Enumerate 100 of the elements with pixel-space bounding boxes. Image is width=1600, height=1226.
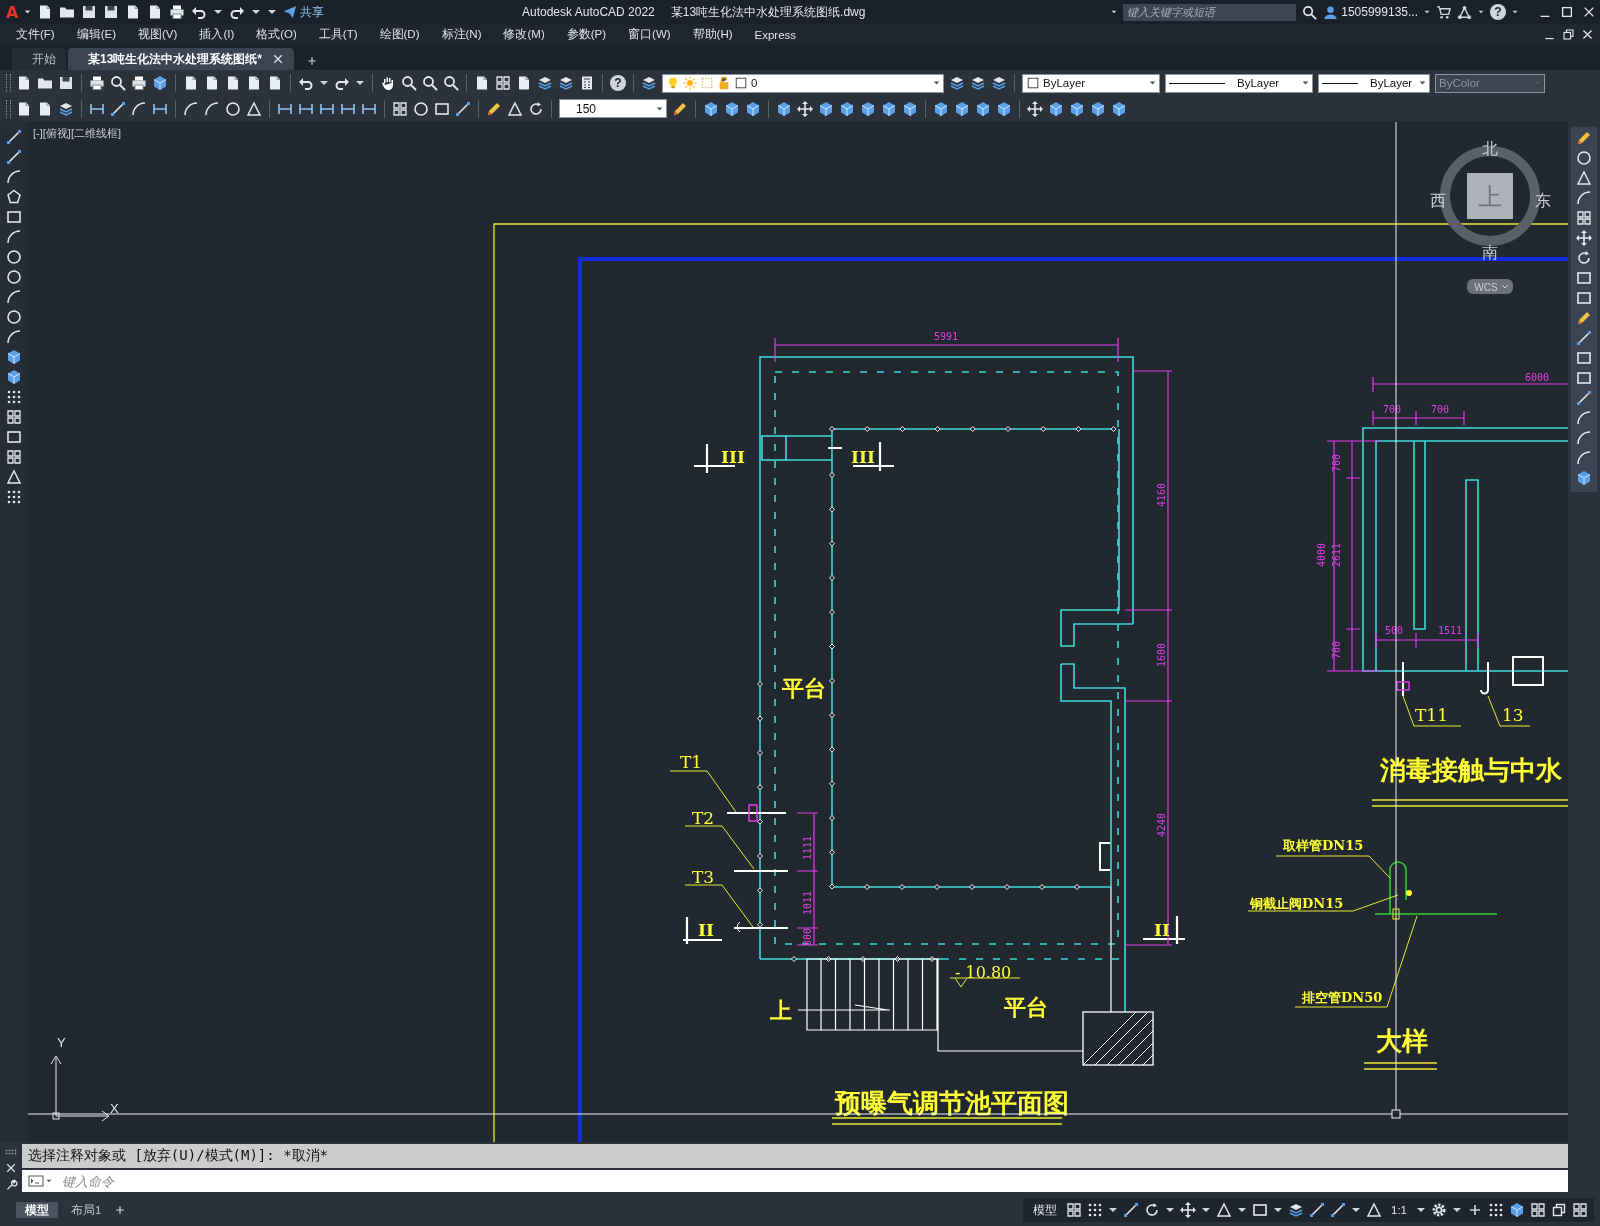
linetype-dropdown[interactable]: ByLayer [1165, 73, 1313, 93]
cube-icon[interactable] [152, 75, 168, 91]
grid-icon[interactable] [6, 409, 22, 425]
layers-icon[interactable] [537, 75, 553, 91]
layers-icon[interactable] [558, 75, 574, 91]
arc-icon[interactable] [1576, 430, 1592, 446]
menu-item[interactable]: 帮助(H) [692, 27, 733, 42]
circle-icon[interactable] [6, 249, 22, 265]
color-dropdown[interactable]: ByLayer [1022, 73, 1160, 93]
menu-item[interactable]: 绘图(D) [379, 27, 420, 42]
triangle-icon[interactable] [1366, 1202, 1382, 1218]
menu-item[interactable]: 参数(P) [566, 27, 607, 42]
lineweight-dropdown[interactable]: ByLayer [1318, 73, 1430, 93]
line-icon[interactable] [110, 100, 126, 117]
triangle-icon[interactable] [507, 100, 523, 117]
triangle-icon[interactable] [246, 100, 262, 117]
document-icon[interactable] [474, 75, 490, 91]
printer-icon[interactable] [131, 75, 147, 91]
layers-icon[interactable] [1288, 1202, 1304, 1218]
pencil-icon[interactable] [1576, 310, 1592, 326]
menu-item[interactable]: 窗口(W) [628, 27, 671, 42]
cube-icon[interactable] [776, 100, 792, 117]
layout-tab[interactable]: 模型 [16, 1202, 58, 1218]
save-icon[interactable] [103, 4, 120, 20]
polygon-icon[interactable] [6, 189, 22, 205]
search-icon[interactable] [110, 75, 126, 91]
user-account-button[interactable]: 1505999135... [1323, 4, 1418, 20]
share-button[interactable]: 共享 [283, 3, 325, 21]
printer-icon[interactable] [89, 75, 105, 91]
document-icon[interactable] [267, 75, 283, 91]
arc-icon[interactable] [204, 100, 220, 117]
gear-icon[interactable] [1431, 1202, 1447, 1218]
cube-icon[interactable] [1069, 100, 1085, 117]
cube-icon[interactable] [881, 100, 897, 117]
move-icon[interactable] [1576, 230, 1592, 246]
triangle-icon[interactable] [1576, 170, 1592, 186]
pencil-icon[interactable] [672, 100, 688, 117]
viewport-controls[interactable]: [-][俯视][二维线框] [33, 127, 121, 139]
menu-item[interactable]: 视图(V) [138, 27, 178, 42]
rectangle-icon[interactable] [1576, 270, 1592, 286]
cube-icon[interactable] [1048, 100, 1064, 117]
search-field[interactable]: 键入关键字或短语 [1123, 3, 1297, 21]
cube-icon[interactable] [1576, 470, 1592, 486]
close-icon[interactable] [5, 1162, 17, 1174]
dot-grid-icon[interactable] [6, 489, 22, 505]
search-icon[interactable] [401, 75, 417, 91]
close-icon[interactable] [1582, 5, 1596, 19]
document-icon[interactable] [16, 75, 32, 91]
plus-icon[interactable] [306, 55, 319, 67]
app-menu-button[interactable]: A [6, 2, 19, 22]
rectangle-icon[interactable] [1576, 370, 1592, 386]
arc-icon[interactable] [183, 100, 199, 117]
dot-grid-icon[interactable] [1488, 1202, 1504, 1218]
cube-icon[interactable] [902, 100, 918, 117]
document-icon[interactable] [225, 75, 241, 91]
compass-label[interactable]: 东 [1535, 192, 1551, 209]
redo-icon[interactable] [334, 75, 350, 91]
circle-icon[interactable] [225, 100, 241, 117]
cube-icon[interactable] [703, 100, 719, 117]
cube-icon[interactable] [933, 100, 949, 117]
grid-icon[interactable] [495, 75, 511, 91]
cart-icon[interactable] [1436, 4, 1451, 20]
document-tab[interactable]: 某13吨生化法中水处理系统图纸* [68, 48, 295, 70]
document-tab[interactable]: 开始 [12, 48, 66, 70]
layers-icon[interactable] [641, 75, 657, 91]
triangle-icon[interactable] [1216, 1202, 1232, 1218]
plus-icon[interactable] [1467, 1202, 1483, 1218]
document-icon[interactable] [37, 100, 53, 117]
line-icon[interactable] [6, 149, 22, 165]
line-icon[interactable] [1123, 1202, 1139, 1218]
nodes-icon[interactable] [1457, 4, 1472, 20]
wrench-icon[interactable] [4, 1178, 18, 1191]
search-icon[interactable] [1302, 4, 1318, 20]
layers-icon[interactable] [949, 75, 965, 91]
document-icon[interactable] [204, 75, 220, 91]
menu-item[interactable]: 插入(I) [199, 27, 235, 42]
document-icon[interactable] [516, 75, 532, 91]
triangle-icon[interactable] [6, 469, 22, 485]
line-icon[interactable] [455, 100, 471, 117]
compass-label[interactable]: 北 [1482, 140, 1498, 157]
document-icon[interactable] [246, 75, 262, 91]
rotate-icon[interactable] [1576, 250, 1592, 266]
circle-icon[interactable] [6, 309, 22, 325]
dot-grid-icon[interactable] [6, 389, 22, 405]
layers-icon[interactable] [58, 100, 74, 117]
layers-icon[interactable] [970, 75, 986, 91]
cube-icon[interactable] [996, 100, 1012, 117]
arc-icon[interactable] [1576, 190, 1592, 206]
hand-icon[interactable] [380, 75, 396, 91]
layers-icon[interactable] [991, 75, 1007, 91]
line-icon[interactable] [1576, 330, 1592, 346]
line-icon[interactable] [6, 129, 22, 145]
line-icon[interactable] [1330, 1202, 1346, 1218]
layer-dropdown[interactable]: 0 [662, 73, 944, 93]
rectangle-icon[interactable] [434, 100, 450, 117]
arc-icon[interactable] [6, 169, 22, 185]
plus-icon[interactable] [114, 1204, 127, 1216]
circle-icon[interactable] [413, 100, 429, 117]
rectangle-icon[interactable] [1252, 1202, 1268, 1218]
save-icon[interactable] [81, 4, 98, 20]
